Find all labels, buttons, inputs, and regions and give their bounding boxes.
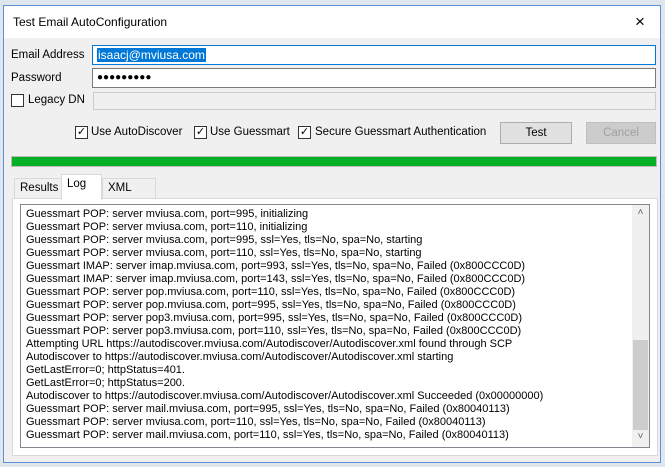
use-guessmart-label: Use Guessmart (210, 126, 290, 138)
title-bar: Test Email AutoConfiguration × (4, 6, 660, 38)
log-line: Guessmart POP: server pop.mviusa.com, po… (26, 299, 516, 311)
secure-guessmart-label: Secure Guessmart Authentication (315, 126, 487, 138)
email-value: isaacj@mviusa.com (97, 48, 206, 62)
log-line: Guessmart POP: server pop.mviusa.com, po… (26, 286, 516, 298)
legacy-dn-checkbox[interactable] (11, 94, 24, 107)
log-line: Guessmart POP: server mviusa.com, port=9… (26, 208, 309, 220)
use-autodiscover-checkbox[interactable]: ✓ (75, 126, 88, 139)
log-textbox[interactable]: Guessmart POP: server mviusa.com, port=9… (20, 204, 650, 448)
legacy-dn-label: Legacy DN (28, 94, 85, 106)
vertical-scrollbar[interactable]: ˄ ˅ (632, 205, 649, 447)
log-line: GetLastError=0; httpStatus=200. (26, 377, 185, 389)
use-guessmart-checkbox[interactable]: ✓ (194, 126, 207, 139)
log-line: Autodiscover to https://autodiscover.mvi… (26, 390, 544, 402)
scroll-thumb[interactable] (633, 340, 648, 430)
scroll-up-icon[interactable]: ˄ (632, 207, 649, 218)
legacy-dn-field[interactable] (93, 92, 656, 110)
use-autodiscover-label: Use AutoDiscover (91, 126, 183, 138)
log-line: Attempting URL https://autodiscover.mviu… (26, 338, 513, 350)
test-button[interactable]: Test (500, 122, 572, 144)
password-field[interactable]: ●●●●●●●●● (92, 68, 656, 88)
email-field[interactable]: isaacj@mviusa.com (92, 45, 656, 65)
log-line: Guessmart POP: server mviusa.com, port=1… (26, 247, 422, 259)
scroll-down-icon[interactable]: ˅ (632, 431, 649, 442)
tab-xml[interactable]: XML (102, 178, 156, 198)
password-label: Password (11, 72, 62, 84)
log-line: GetLastError=0; httpStatus=401. (26, 364, 185, 376)
progress-fill (12, 157, 656, 166)
log-line: Guessmart POP: server mviusa.com, port=1… (26, 416, 486, 428)
log-line: Guessmart POP: server mviusa.com, port=1… (26, 221, 308, 233)
log-line: Guessmart POP: server mviusa.com, port=9… (26, 234, 423, 246)
log-line: Guessmart IMAP: server imap.mviusa.com, … (26, 260, 526, 272)
log-line: Guessmart POP: server mail.mviusa.com, p… (26, 429, 509, 441)
email-label: Email Address (11, 49, 85, 61)
log-line: Guessmart IMAP: server imap.mviusa.com, … (26, 273, 526, 285)
log-lines: Guessmart POP: server mviusa.com, port=9… (21, 205, 649, 442)
tab-log[interactable]: Log (61, 174, 102, 200)
progress-bar (11, 156, 657, 167)
log-line: Autodiscover to https://autodiscover.mvi… (26, 351, 454, 363)
log-line: Guessmart POP: server mail.mviusa.com, p… (26, 403, 510, 415)
close-icon[interactable]: × (626, 9, 654, 35)
log-line: Guessmart POP: server pop3.mviusa.com, p… (26, 325, 522, 337)
log-line: Guessmart POP: server pop3.mviusa.com, p… (26, 312, 523, 324)
window-title: Test Email AutoConfiguration (13, 15, 168, 29)
cancel-button[interactable]: Cancel (586, 122, 656, 144)
secure-guessmart-checkbox[interactable]: ✓ (298, 126, 311, 139)
tab-results[interactable]: Results (14, 178, 65, 198)
test-email-autoconfig-dialog: Test Email AutoConfiguration × Email Add… (3, 5, 661, 463)
